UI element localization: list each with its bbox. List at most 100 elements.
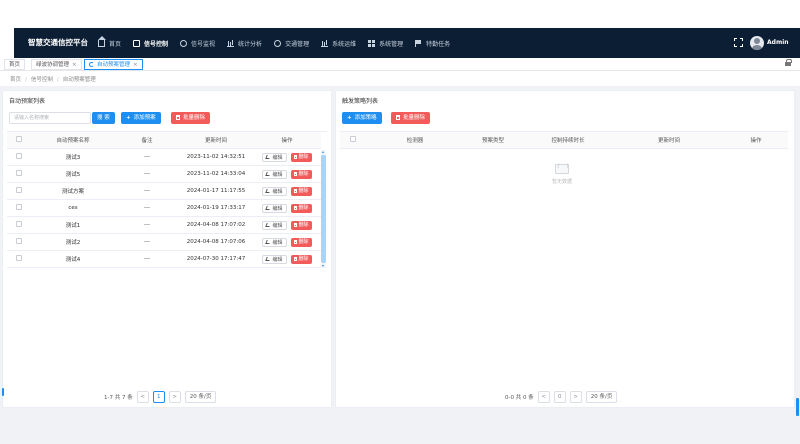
delete-button[interactable]: 删除: [290, 220, 312, 230]
tab-label: 首页: [9, 62, 21, 68]
plan-updated-time: 2024-04-08 17:07:02: [186, 222, 246, 228]
delete-button[interactable]: 删除: [290, 152, 312, 162]
edit-icon: [265, 222, 272, 227]
prev-page-button[interactable]: <: [136, 391, 149, 403]
column-header: 控制持续时长: [551, 138, 585, 144]
delete-button[interactable]: 删除: [290, 254, 312, 264]
username[interactable]: Admin: [767, 28, 789, 58]
plus-icon: +: [347, 115, 352, 121]
delete-button[interactable]: 删除: [290, 237, 312, 247]
page-size-select[interactable]: 20 条/页: [585, 391, 618, 403]
trash-icon: [293, 222, 297, 227]
batch-delete-button[interactable]: 批量删除: [171, 112, 211, 124]
plan-updated-time: 2024-01-19 17:33:17: [186, 205, 246, 211]
plan-name: 测试2: [65, 240, 81, 246]
plan-updated-time: 2023-11-02 14:33:04: [186, 171, 246, 177]
search-button[interactable]: 搜 索: [92, 112, 115, 124]
table-row[interactable]: ces --- 2024-01-19 17:33:17 编辑 删除: [7, 200, 321, 217]
edit-icon: [265, 239, 272, 244]
plan-remark: ---: [144, 222, 150, 228]
column-header: 操作: [281, 138, 293, 144]
select-all-checkbox[interactable]: [350, 136, 356, 142]
plan-remark: ---: [144, 205, 150, 211]
scroll-down-icon[interactable]: [322, 265, 324, 267]
pagination: 1-7 共 7 条 < 1 > 20 条/页: [104, 391, 217, 403]
edit-button[interactable]: 编辑: [262, 152, 287, 162]
page-size-select[interactable]: 20 条/页: [184, 391, 217, 403]
batch-delete-button[interactable]: 批量删除: [391, 112, 431, 124]
nav-item-label: 系统管理: [379, 40, 404, 48]
nav-item-label: 信号控制: [144, 40, 169, 48]
nav-item-special-task[interactable]: 特勤任务: [409, 28, 456, 58]
row-checkbox[interactable]: [16, 187, 22, 193]
edit-button[interactable]: 编辑: [262, 220, 287, 230]
nav-item-signal-monitor[interactable]: 信号监视: [174, 28, 221, 58]
row-checkbox[interactable]: [16, 221, 22, 227]
nav-item-home[interactable]: 首页: [92, 28, 127, 58]
nav-item-traffic[interactable]: 交通管理: [268, 28, 315, 58]
nav-item-system[interactable]: 系统管理: [362, 28, 409, 58]
add-strategy-button[interactable]: + 添加策略: [342, 112, 382, 124]
row-checkbox[interactable]: [16, 170, 22, 176]
scroll-up-icon[interactable]: [322, 151, 324, 153]
plan-name: 测试方案: [61, 189, 84, 195]
lock-icon[interactable]: [785, 59, 792, 67]
close-icon[interactable]: ×: [133, 62, 138, 68]
edit-label: 编辑: [272, 188, 283, 195]
search-input[interactable]: [9, 112, 91, 124]
row-checkbox[interactable]: [16, 255, 22, 261]
edit-button[interactable]: 编辑: [262, 254, 287, 264]
add-plan-button[interactable]: + 添加预案: [121, 112, 161, 124]
close-icon[interactable]: ×: [72, 62, 77, 68]
avatar[interactable]: [750, 36, 764, 50]
tab-home[interactable]: 首页: [4, 59, 26, 70]
table-scrollbar[interactable]: [321, 150, 326, 268]
table-row[interactable]: 测试1 --- 2024-04-08 17:07:02 编辑 删除: [7, 217, 321, 234]
nav-item-signal-control[interactable]: 信号控制: [127, 28, 174, 58]
trash-icon: [176, 115, 180, 120]
pagination-summary: 0-0 共 0 条: [505, 395, 534, 401]
pagination: 0-0 共 0 条 < 0 > 20 条/页: [505, 391, 618, 403]
plan-updated-time: 2024-07-30 17:17:47: [186, 256, 246, 262]
trigger-strategy-panel: 触发策略列表 + 添加策略 批量删除 检测器 预案类型 控制持续时长 更新时间 操…: [335, 90, 795, 408]
table-row[interactable]: 测试方案 --- 2024-01-17 11:17:55 编辑 删除: [7, 183, 321, 200]
delete-button[interactable]: 删除: [290, 203, 312, 213]
table-header: 自动预案名称 备注 更新时间 操作: [7, 132, 321, 149]
maintenance-icon: [321, 40, 329, 47]
button-label: 批量删除: [183, 115, 206, 121]
prev-page-button[interactable]: <: [537, 391, 550, 403]
fullscreen-icon[interactable]: [734, 38, 743, 47]
edit-button[interactable]: 编辑: [262, 186, 287, 196]
row-checkbox[interactable]: [16, 204, 22, 210]
nav-item-statistics[interactable]: 统计分析: [221, 28, 268, 58]
table-row[interactable]: 测试3 --- 2023-11-02 14:32:51 编辑 删除: [7, 149, 321, 166]
nav-item-maintenance[interactable]: 系统运维: [315, 28, 362, 58]
edit-icon: [265, 205, 272, 210]
edit-button[interactable]: 编辑: [262, 203, 287, 213]
plan-name: 测试1: [65, 223, 81, 229]
edit-button[interactable]: 编辑: [262, 169, 287, 179]
next-page-button[interactable]: >: [569, 391, 582, 403]
tab-green-wave[interactable]: 绿波协调管理 ×: [31, 59, 82, 70]
current-page[interactable]: 0: [553, 391, 566, 403]
button-label: 添加预案: [133, 115, 156, 121]
scrollbar-thumb[interactable]: [321, 155, 326, 263]
edit-label: 编辑: [272, 154, 283, 161]
table-row[interactable]: 测试4 --- 2024-07-30 17:17:47 编辑 删除: [7, 251, 321, 268]
breadcrumb-item[interactable]: 信号控制: [31, 77, 53, 83]
next-page-button[interactable]: >: [168, 391, 181, 403]
edit-label: 编辑: [272, 171, 283, 178]
row-checkbox[interactable]: [16, 153, 22, 159]
delete-button[interactable]: 删除: [290, 169, 312, 179]
edit-button[interactable]: 编辑: [262, 237, 287, 247]
button-label: 添加策略: [354, 115, 377, 121]
select-all-checkbox[interactable]: [16, 136, 22, 142]
table-row[interactable]: 测试2 --- 2024-04-08 17:07:06 编辑 删除: [7, 234, 321, 251]
tab-auto-plan[interactable]: 自动预案管理 ×: [84, 59, 143, 70]
table-row[interactable]: 测试5 --- 2023-11-02 14:33:04 编辑 删除: [7, 166, 321, 183]
row-checkbox[interactable]: [16, 238, 22, 244]
breadcrumb-item: 自动预案管理: [62, 77, 96, 83]
breadcrumb-item[interactable]: 首页: [10, 77, 21, 83]
current-page[interactable]: 1: [152, 391, 165, 403]
delete-button[interactable]: 删除: [290, 186, 312, 196]
